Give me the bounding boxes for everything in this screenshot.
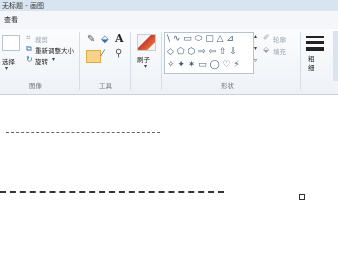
title-bar: 无标题 - 画图 bbox=[0, 0, 338, 11]
outline-button[interactable]: 轮廓 bbox=[273, 34, 286, 44]
divider bbox=[130, 32, 131, 90]
size-icon-line bbox=[306, 41, 324, 44]
text-tool-icon[interactable]: A bbox=[115, 32, 124, 45]
crop-button[interactable]: 裁剪 bbox=[35, 34, 48, 44]
menu-bar: 查看 bbox=[0, 11, 338, 30]
ribbon-overflow bbox=[333, 31, 338, 81]
resize-handle[interactable] bbox=[299, 194, 305, 200]
chevron-down-icon[interactable]: ▾ bbox=[5, 65, 8, 72]
size-icon-line bbox=[306, 47, 324, 51]
expand-gallery-icon[interactable]: ▿ bbox=[254, 57, 257, 64]
group-label-tools: 工具 bbox=[99, 82, 112, 90]
fill-button[interactable]: 填充 bbox=[273, 46, 286, 56]
color-picker-icon[interactable]: ⁄ bbox=[102, 49, 104, 59]
select-icon[interactable] bbox=[2, 35, 20, 51]
resize-icon: ⧉ bbox=[26, 44, 32, 53]
pencil-icon[interactable]: ✎ bbox=[87, 34, 95, 45]
shapes-row[interactable]: \ ∿ ▭ ⬭ ▢ △ ⊿ bbox=[167, 35, 234, 44]
chevron-down-icon[interactable]: ▾ bbox=[144, 63, 147, 70]
fill-icon: ⬙ bbox=[263, 45, 270, 54]
divider bbox=[79, 32, 80, 90]
resize-button[interactable]: 重新调整大小 bbox=[35, 45, 74, 55]
dashed-line-short bbox=[6, 132, 160, 133]
tab-view[interactable]: 查看 bbox=[4, 15, 18, 25]
ribbon: 选择 ▾ ⌗ 裁剪 ⧉ 重新调整大小 ↻ 旋转 ▾ 图像 ✎ ⬙ A ⁄ ⚲ 工… bbox=[0, 29, 338, 95]
shapes-row[interactable]: ◇ ⬠ ⬡ ⇨ ⇦ ⇧ ⇩ bbox=[167, 48, 237, 57]
group-label-image: 图像 bbox=[29, 82, 42, 90]
divider bbox=[161, 32, 162, 90]
size-button[interactable]: 粗细 bbox=[308, 55, 316, 73]
shapes-gallery[interactable]: \ ∿ ▭ ⬭ ▢ △ ⊿ ◇ ⬠ ⬡ ⇨ ⇦ ⇧ ⇩ ✧ ✦ ✶ ▭ ◯ ♡ … bbox=[164, 32, 254, 74]
group-label-shapes: 形状 bbox=[221, 82, 234, 90]
chevron-down-icon[interactable]: ▾ bbox=[52, 56, 55, 63]
rotate-icon: ↻ bbox=[26, 55, 33, 64]
crop-icon: ⌗ bbox=[26, 33, 31, 42]
dash-dot-line bbox=[0, 191, 224, 193]
divider bbox=[300, 32, 301, 90]
drawing-canvas[interactable] bbox=[0, 95, 338, 254]
rotate-button[interactable]: 旋转 bbox=[35, 56, 48, 66]
scroll-up-icon[interactable]: ▴ bbox=[254, 33, 257, 40]
size-icon[interactable] bbox=[306, 36, 324, 38]
magnifier-icon[interactable]: ⚲ bbox=[115, 48, 122, 59]
fill-bucket-icon[interactable]: ⬙ bbox=[101, 34, 109, 45]
shapes-row[interactable]: ✧ ✦ ✶ ▭ ◯ ♡ ⚡ bbox=[167, 61, 240, 70]
scroll-down-icon[interactable]: ▾ bbox=[254, 45, 257, 52]
brush-icon[interactable] bbox=[137, 34, 156, 51]
outline-icon: ✐ bbox=[263, 33, 270, 42]
select-button[interactable]: 选择 bbox=[2, 56, 15, 66]
eraser-icon[interactable] bbox=[86, 50, 101, 63]
window-title: 无标题 - 画图 bbox=[2, 2, 44, 10]
